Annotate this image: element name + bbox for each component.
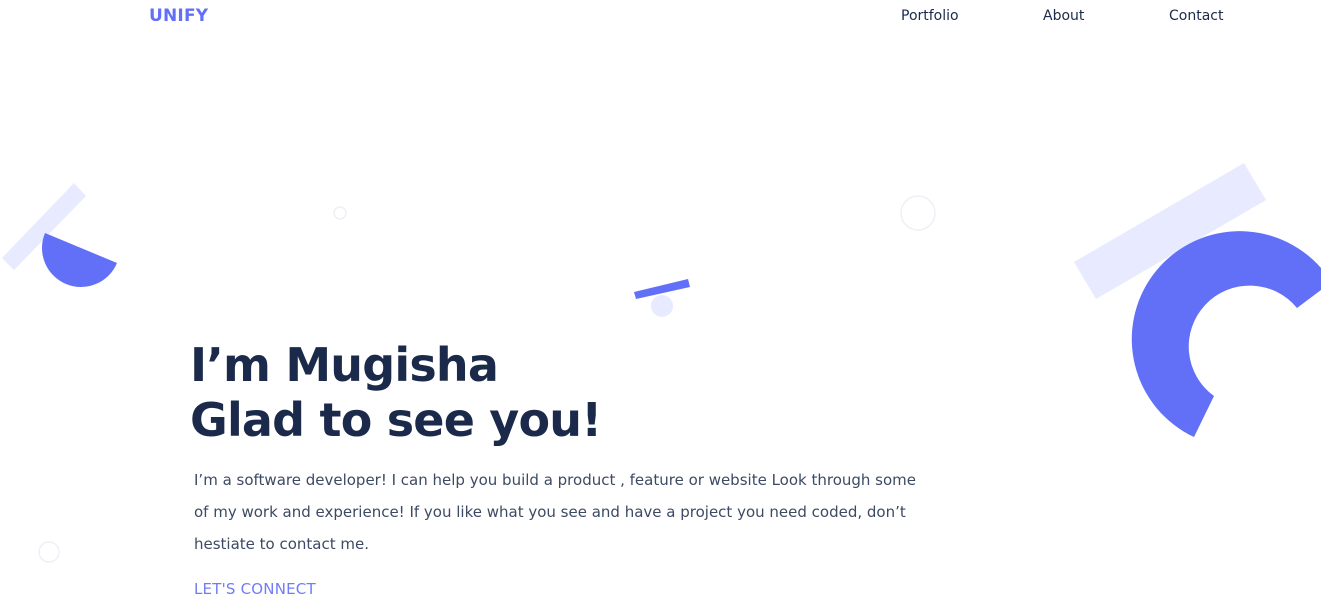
hero-title: I’m Mugisha Glad to see you! xyxy=(190,338,602,448)
logo[interactable]: UNIFY xyxy=(149,6,208,26)
hero-title-line-2: Glad to see you! xyxy=(190,393,602,447)
hero-title-line-1: I’m Mugisha xyxy=(190,338,499,392)
small-bar-center xyxy=(634,279,690,299)
small-ring-top xyxy=(333,206,347,220)
nav-about[interactable]: About xyxy=(1043,8,1084,24)
small-dot-center xyxy=(651,295,673,317)
big-arc-right xyxy=(1131,231,1321,437)
lets-connect-link[interactable]: LET'S CONNECT xyxy=(194,580,316,598)
light-bar-right xyxy=(1074,163,1266,299)
nav-portfolio[interactable]: Portfolio xyxy=(901,8,959,24)
medium-ring-center xyxy=(900,195,936,231)
hero-description: I’m a software developer! I can help you… xyxy=(194,471,917,553)
small-ring-bottom-left xyxy=(38,541,60,563)
nav-contact[interactable]: Contact xyxy=(1169,8,1223,24)
half-disc-left xyxy=(42,233,117,287)
light-bar-left xyxy=(2,183,86,270)
